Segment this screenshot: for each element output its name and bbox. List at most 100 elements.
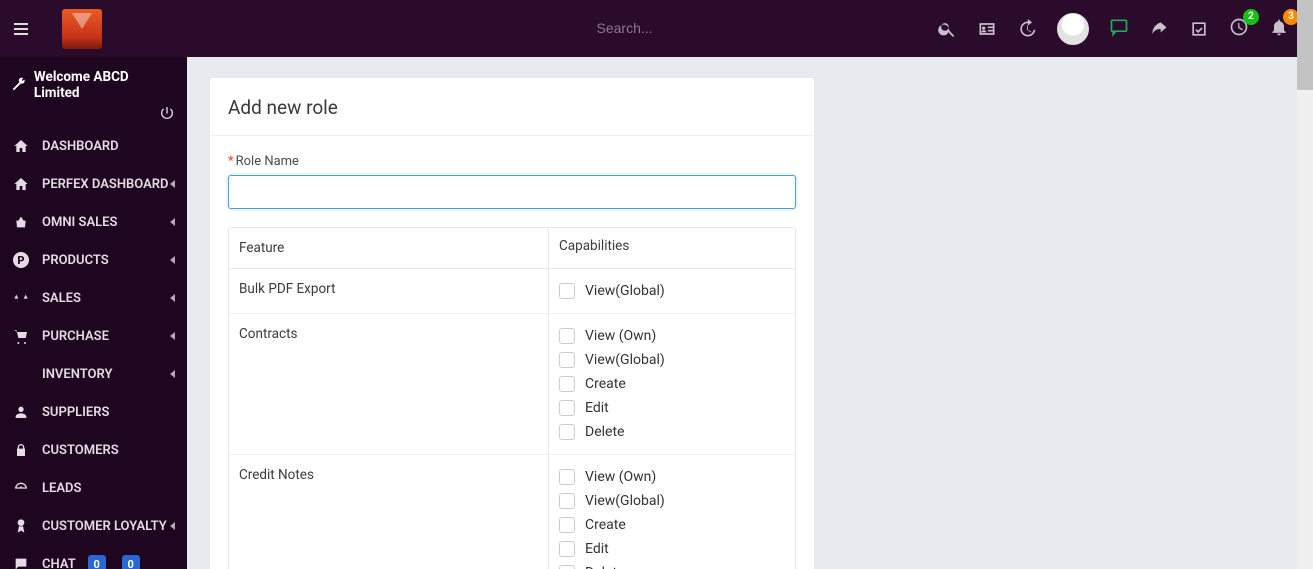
- checkbox[interactable]: [559, 424, 575, 440]
- capability-label: View (Own): [585, 469, 656, 485]
- permissions-table: Feature Capabilities Bulk PDF Export View…: [228, 227, 796, 569]
- capability-option[interactable]: Edit: [559, 537, 785, 561]
- checkbox[interactable]: [559, 541, 575, 557]
- capability-option[interactable]: View(Global): [559, 348, 785, 372]
- cart-icon: [12, 327, 30, 345]
- chat-count-badge: 0: [88, 555, 106, 569]
- feature-label: Bulk PDF Export: [229, 269, 549, 313]
- checkbox[interactable]: [559, 517, 575, 533]
- sidebar-item-label: PRODUCTS: [42, 253, 109, 268]
- capability-option[interactable]: Delete: [559, 420, 785, 444]
- sidebar-item-suppliers[interactable]: SUPPLIERS: [0, 393, 187, 431]
- gauge-icon: [12, 479, 30, 497]
- sidebar-item-inventory[interactable]: INVENTORY: [0, 355, 187, 393]
- sidebar-item-label: PURCHASE: [42, 329, 109, 344]
- checkbox[interactable]: [559, 283, 575, 299]
- sidebar-item-dashboard[interactable]: DASHBOARD: [0, 127, 187, 165]
- capability-label: Create: [585, 376, 626, 392]
- p-circle-icon: P: [12, 251, 30, 269]
- col-capabilities: Capabilities: [549, 228, 795, 268]
- checkbox[interactable]: [559, 328, 575, 344]
- sidebar-item-label: LEADS: [42, 481, 81, 496]
- sidebar-item-omni-sales[interactable]: OMNI SALES: [0, 203, 187, 241]
- sidebar-item-label: CUSTOMERS: [42, 443, 119, 458]
- capability-label: View(Global): [585, 352, 665, 368]
- app-header: 2 3: [0, 0, 1313, 57]
- checkbox[interactable]: [559, 493, 575, 509]
- clock-icon[interactable]: 2: [1229, 17, 1249, 41]
- user-icon: [12, 403, 30, 421]
- chat-icon: [12, 555, 30, 569]
- wrench-icon: [10, 77, 26, 93]
- chevron-left-icon: [170, 218, 175, 226]
- sidebar: Welcome ABCD Limited DASHBOARD PERFEX DAS…: [0, 57, 187, 569]
- capability-option[interactable]: View (Own): [559, 324, 785, 348]
- lock-icon: [12, 441, 30, 459]
- sidebar-item-label: CUSTOMER LOYALTY: [42, 519, 167, 534]
- home-icon: [12, 137, 30, 155]
- share-icon[interactable]: [1149, 19, 1169, 39]
- permission-row: Bulk PDF Export View(Global): [229, 269, 795, 314]
- sidebar-item-chat[interactable]: CHAT00: [0, 545, 187, 569]
- panel-title: Add new role: [228, 96, 796, 119]
- sidebar-item-customer-loyalty[interactable]: CUSTOMER LOYALTY: [0, 507, 187, 545]
- sidebar-item-label: INVENTORY: [42, 367, 112, 382]
- user-avatar[interactable]: [1057, 13, 1089, 45]
- capability-label: View(Global): [585, 493, 665, 509]
- sidebar-item-customers[interactable]: CUSTOMERS: [0, 431, 187, 469]
- sidebar-item-products[interactable]: P PRODUCTS: [0, 241, 187, 279]
- capability-option[interactable]: Delete: [559, 561, 785, 569]
- capability-option[interactable]: Edit: [559, 396, 785, 420]
- capability-option[interactable]: View (Own): [559, 465, 785, 489]
- sidebar-item-label: PERFEX DASHBOARD: [42, 177, 169, 192]
- role-name-input[interactable]: [228, 175, 796, 209]
- chevron-left-icon: [170, 294, 175, 302]
- menu-toggle-icon[interactable]: [14, 19, 34, 39]
- capability-label: View(Global): [585, 283, 665, 299]
- permission-row: Credit Notes View (Own) View(Global) Create…: [229, 455, 795, 569]
- chevron-left-icon: [170, 256, 175, 264]
- main-content: Add new role *Role Name Feature Capabili…: [187, 57, 1313, 569]
- chevron-left-icon: [170, 180, 175, 188]
- bell-icon[interactable]: 3: [1269, 17, 1289, 41]
- capability-option[interactable]: View(Global): [559, 279, 785, 303]
- sidebar-item-label: CHAT: [42, 557, 76, 569]
- ribbon-icon: [12, 517, 30, 535]
- chevron-left-icon: [170, 370, 175, 378]
- search-icon[interactable]: [937, 19, 957, 39]
- chevron-left-icon: [170, 522, 175, 530]
- capability-label: Edit: [585, 400, 609, 416]
- basket-icon: [12, 213, 30, 231]
- capability-option[interactable]: View(Global): [559, 489, 785, 513]
- checkbox[interactable]: [559, 400, 575, 416]
- capability-label: Create: [585, 517, 626, 533]
- message-square-icon[interactable]: [1109, 17, 1129, 41]
- col-feature: Feature: [229, 228, 549, 268]
- check-square-icon[interactable]: [1189, 19, 1209, 39]
- page-scrollbar-thumb[interactable]: [1297, 0, 1313, 90]
- checkbox[interactable]: [559, 376, 575, 392]
- capability-label: Delete: [585, 565, 624, 569]
- sidebar-item-leads[interactable]: LEADS: [0, 469, 187, 507]
- sidebar-item-label: OMNI SALES: [42, 215, 117, 230]
- capability-label: Edit: [585, 541, 609, 557]
- power-icon[interactable]: [159, 105, 175, 121]
- global-search: [597, 20, 797, 37]
- search-input[interactable]: [597, 20, 797, 36]
- sidebar-item-purchase[interactable]: PURCHASE: [0, 317, 187, 355]
- history-icon[interactable]: [1017, 19, 1037, 39]
- feature-label: Contracts: [229, 314, 549, 454]
- checkbox[interactable]: [559, 469, 575, 485]
- sidebar-item-sales[interactable]: SALES: [0, 279, 187, 317]
- sidebar-item-label: DASHBOARD: [42, 139, 119, 154]
- capability-option[interactable]: Create: [559, 513, 785, 537]
- capability-label: View (Own): [585, 328, 656, 344]
- feature-label: Credit Notes: [229, 455, 549, 569]
- capability-option[interactable]: Create: [559, 372, 785, 396]
- sidebar-item-perfex-dashboard[interactable]: PERFEX DASHBOARD: [0, 165, 187, 203]
- app-logo[interactable]: [62, 9, 102, 49]
- welcome-label: Welcome ABCD Limited: [0, 57, 187, 105]
- checkbox[interactable]: [559, 352, 575, 368]
- checkbox[interactable]: [559, 565, 575, 569]
- id-card-icon[interactable]: [977, 19, 997, 39]
